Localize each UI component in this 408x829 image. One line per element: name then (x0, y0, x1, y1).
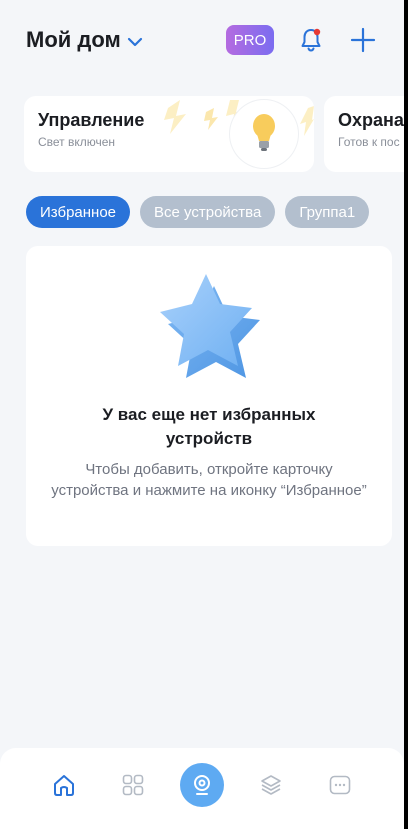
chevron-down-icon (127, 27, 143, 53)
guard-card-subtitle: Готов к пос (338, 135, 400, 149)
home-selector[interactable]: Мой дом (26, 27, 143, 53)
empty-state-title: У вас еще нет избранных устройств (102, 405, 316, 448)
pro-label: PRO (233, 31, 267, 49)
bulb-button[interactable] (230, 100, 298, 168)
notifications-button[interactable] (296, 25, 326, 55)
bottom-navigation (0, 748, 404, 829)
lightbulb-icon (253, 114, 275, 151)
empty-state-description: Чтобы добавить, откройте карточку устрой… (51, 461, 367, 499)
plus-icon (350, 27, 376, 53)
tab-favorites[interactable]: Избранное (26, 196, 131, 228)
nav-scenes[interactable] (249, 763, 293, 807)
camera-icon (193, 774, 210, 795)
guard-card-title: Охрана (338, 110, 404, 130)
home-icon (54, 774, 75, 796)
tab-all-devices[interactable]: Все устройства (140, 196, 276, 228)
nav-more[interactable] (318, 763, 362, 807)
favorites-tabs: Избранное Все устройства Группа1 (26, 196, 370, 228)
nav-camera[interactable] (179, 762, 224, 807)
star-illustration-icon (160, 274, 260, 378)
tab-group1[interactable]: Группа1 (285, 196, 370, 228)
nav-center-button[interactable] (179, 762, 224, 807)
pro-badge[interactable]: PRO (226, 25, 274, 55)
devices-grid-icon (122, 774, 144, 795)
add-button[interactable] (348, 25, 378, 55)
nav-devices[interactable] (111, 763, 155, 807)
nav-home[interactable] (42, 763, 86, 807)
home-name: Мой дом (26, 27, 121, 52)
empty-favorites-card: У вас еще нет избранных устройств Чтобы … (26, 246, 392, 546)
header: Мой дом PRO (0, 0, 404, 80)
bell-icon (301, 28, 321, 52)
scenario-cards: Управление Свет включен Охрана Готов к п… (24, 96, 404, 172)
guard-card[interactable]: Охрана Готов к пос (324, 96, 404, 172)
lightning-decoration-icon (300, 106, 314, 136)
app-screen: Мой дом PRO Управление Свет включен Охра… (0, 0, 404, 829)
control-card[interactable]: Управление Свет включен (24, 96, 314, 172)
more-icon (329, 775, 350, 794)
layers-icon (260, 774, 281, 795)
header-actions: PRO (226, 25, 378, 55)
